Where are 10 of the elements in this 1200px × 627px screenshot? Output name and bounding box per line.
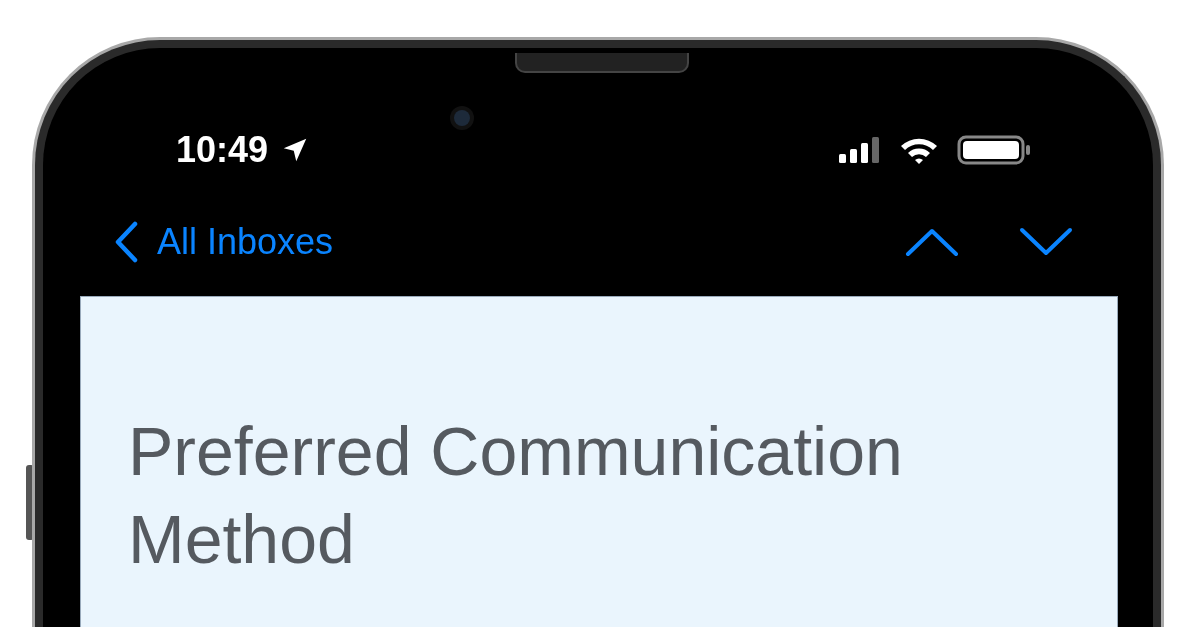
chevron-down-icon[interactable] [1019,227,1073,257]
status-time: 10:49 [176,129,269,171]
camera-dot [454,110,470,126]
back-chevron-icon [113,221,139,263]
battery-icon [957,135,1033,165]
signal-icon [839,137,881,163]
back-button[interactable]: All Inboxes [113,221,334,263]
chevron-up-icon[interactable] [905,227,959,257]
email-heading: Preferred Communication Method [128,412,904,579]
wifi-icon [899,136,939,164]
